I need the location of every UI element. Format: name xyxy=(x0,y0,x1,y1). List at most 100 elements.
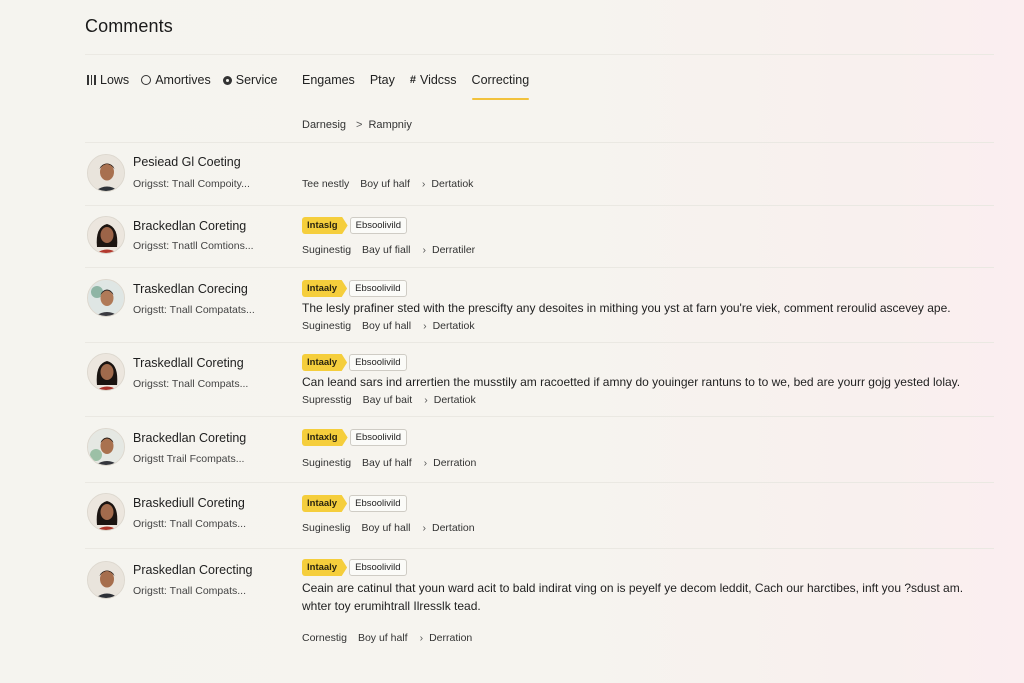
label-badge[interactable]: Ebsoolivild xyxy=(349,429,408,446)
tag-group: lntaxlg Ebsoolivild xyxy=(302,429,408,446)
divider xyxy=(85,548,994,549)
chevron-right-icon: › xyxy=(424,394,428,406)
breadcrumb: Darnesig > Rampniy xyxy=(302,119,412,131)
commenter-name[interactable]: Braskediull Coreting xyxy=(133,496,245,510)
comment-meta: Suginestig Bay uf fiall › Derratiler xyxy=(302,244,475,256)
meta-action[interactable]: Bay uf bait xyxy=(363,394,413,406)
comment-subtitle: Origstt Trail Fcompats... xyxy=(133,453,245,465)
status-badge[interactable]: lntaaly xyxy=(302,495,348,512)
avatar[interactable] xyxy=(87,154,125,192)
avatar[interactable] xyxy=(87,428,125,466)
divider xyxy=(85,342,994,343)
divider xyxy=(85,142,994,143)
avatar[interactable] xyxy=(87,279,125,317)
comment-meta: Supresstig Bay uf bait › Dertatiok xyxy=(302,394,476,406)
label-badge[interactable]: Ebsoolivild xyxy=(349,280,407,297)
meta-action[interactable]: Suginestig xyxy=(302,320,351,332)
avatar[interactable] xyxy=(87,493,125,531)
page-title: Comments xyxy=(85,16,173,36)
tag-group: lntaaly Ebsoolivild xyxy=(302,354,407,371)
meta-action[interactable]: Boy uf half xyxy=(360,178,410,190)
comment-subtitle: Origstt: Tnall Compatats... xyxy=(133,304,255,316)
breadcrumb-item[interactable]: Rampniy xyxy=(368,119,411,131)
divider xyxy=(85,416,994,417)
meta-action[interactable]: Suginestig xyxy=(302,244,351,256)
status-badge[interactable]: lntaaly xyxy=(302,354,348,371)
commenter-name[interactable]: Traskedlall Coreting xyxy=(133,356,244,370)
meta-action[interactable]: Bay uf half xyxy=(362,457,412,469)
circle-icon xyxy=(141,75,152,85)
meta-action[interactable]: Dertatiok xyxy=(433,320,475,332)
tag-group: lntaaly Ebsoolivild xyxy=(302,495,407,512)
label-badge[interactable]: Ebsoolivild xyxy=(349,559,407,576)
meta-action[interactable]: Bay uf fiall xyxy=(362,244,410,256)
status-badge[interactable]: lntaslg xyxy=(302,217,348,234)
status-badge[interactable]: lntaaly xyxy=(302,559,348,576)
comment-body: Can leand sars ind arrertien the musstil… xyxy=(302,375,961,389)
meta-action[interactable]: Boy uf hall xyxy=(362,320,411,332)
tag-group: lntaaly Ebsoolivild xyxy=(302,559,407,576)
divider xyxy=(85,482,994,483)
avatar[interactable] xyxy=(87,353,125,391)
comment-meta: Cornestig Boy uf half › Derration xyxy=(302,632,472,644)
chevron-right-icon: › xyxy=(423,320,427,332)
tab-vidcss[interactable]: # Vidcss xyxy=(410,73,457,87)
meta-action[interactable]: Tee nestly xyxy=(302,178,349,190)
avatar[interactable] xyxy=(87,216,125,254)
nav-item-lows[interactable]: Lows xyxy=(87,73,129,87)
tab-correcting[interactable]: Correcting xyxy=(471,73,530,100)
meta-action[interactable]: Derration xyxy=(429,632,472,644)
meta-action[interactable]: Supresstig xyxy=(302,394,352,406)
nav-item-amortives[interactable]: Amortives xyxy=(141,73,211,87)
nav-left: Lows Amortives Service xyxy=(87,70,289,90)
tab-engames[interactable]: Engames xyxy=(302,73,355,87)
meta-action[interactable]: Cornestig xyxy=(302,632,347,644)
commenter-name[interactable]: Praskedlan Corecting xyxy=(133,563,253,577)
chevron-right-icon: › xyxy=(422,244,427,256)
breadcrumb-item[interactable]: Darnesig xyxy=(302,119,346,131)
divider xyxy=(85,267,994,268)
nav-item-service[interactable]: Service xyxy=(222,73,277,87)
comment-body: whter toy erumihtrall Ilresslk tead. xyxy=(302,599,481,613)
commenter-name[interactable]: Pesiead Gl Coeting xyxy=(133,155,241,169)
avatar[interactable] xyxy=(87,561,125,599)
meta-action[interactable]: Derration xyxy=(433,457,476,469)
meta-action[interactable]: Boy uf hall xyxy=(361,522,410,534)
divider xyxy=(85,205,994,206)
status-badge[interactable]: lntaxlg xyxy=(302,429,348,446)
status-badge[interactable]: lntaaly xyxy=(302,280,348,297)
label-badge[interactable]: Ebsoolivild xyxy=(349,217,408,234)
meta-action[interactable]: Sugineslig xyxy=(302,522,350,534)
divider xyxy=(85,54,994,55)
commenter-name[interactable]: Brackedlan Coreting xyxy=(133,431,246,445)
chevron-right-icon: › xyxy=(421,178,426,190)
comment-meta: Suginestig Boy uf hall › Dertatiok xyxy=(302,320,475,332)
comment-subtitle: Origstt: Tnall Compats... xyxy=(133,518,247,530)
chevron-right-icon: › xyxy=(422,522,426,534)
meta-action[interactable]: Dertatiok xyxy=(431,178,473,190)
nav-item-label: Lows xyxy=(100,73,130,87)
meta-action[interactable]: Suginestig xyxy=(302,457,351,469)
label-badge[interactable]: Ebsoolivild xyxy=(349,495,407,512)
bars-icon xyxy=(87,75,96,85)
comment-meta: Suginestig Bay uf half › Derration xyxy=(302,457,476,469)
tab-label: Correcting xyxy=(471,73,530,87)
commenter-name[interactable]: Traskedlan Corecing xyxy=(133,282,248,296)
chevron-right-icon: > xyxy=(356,119,363,131)
tab-ptay[interactable]: Ptay xyxy=(370,73,395,87)
tab-label: Ptay xyxy=(369,73,395,87)
label-badge[interactable]: Ebsoolivild xyxy=(349,354,407,371)
meta-action[interactable]: Dertatiok xyxy=(434,394,476,406)
tab-label: Engames xyxy=(302,73,355,87)
meta-action[interactable]: Derratiler xyxy=(432,244,475,256)
commenter-name[interactable]: Brackedlan Coreting xyxy=(133,219,246,233)
comment-subtitle: Origsst: Tnall Compats... xyxy=(133,378,249,390)
comment-subtitle: Origstt: Tnall Compats... xyxy=(133,585,247,597)
meta-action[interactable]: Boy uf half xyxy=(358,632,408,644)
comment-body: The lesly prafiner sted with the prescif… xyxy=(302,301,951,315)
chevron-right-icon: › xyxy=(419,632,424,644)
comment-subtitle: Origsst: Tnatll Comtions... xyxy=(133,240,254,252)
meta-action[interactable]: Dertation xyxy=(432,522,475,534)
chevron-right-icon: › xyxy=(423,457,428,469)
nav-item-label: Amortives xyxy=(155,73,211,87)
